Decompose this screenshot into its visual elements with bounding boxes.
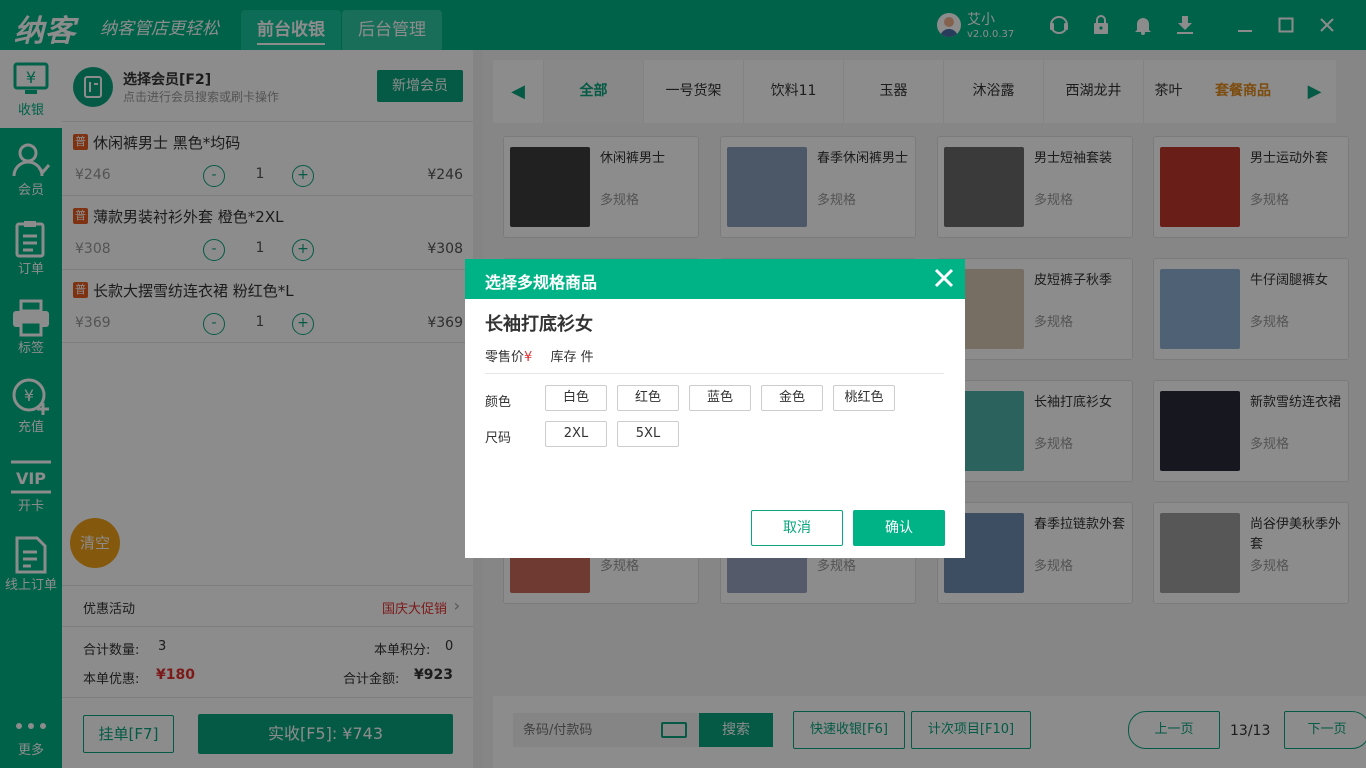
retail-price-value: ¥ [524,350,533,365]
dialog-product-name: 长袖打底衫女 [485,314,593,335]
cancel-button[interactable]: 取消 [751,510,843,546]
color-option[interactable]: 蓝色 [689,385,751,411]
confirm-button[interactable]: 确认 [853,510,945,546]
multi-spec-dialog: 选择多规格商品 长袖打底衫女 零售价¥ 库存 件 颜色 白色 红色 蓝色 金色 … [465,259,965,558]
divider [485,373,944,374]
stock-label: 库存 件 [550,350,594,365]
color-option[interactable]: 红色 [617,385,679,411]
dialog-header: 选择多规格商品 [465,259,965,299]
color-option[interactable]: 桃红色 [833,385,895,411]
close-icon[interactable] [931,265,957,291]
dialog-title: 选择多规格商品 [485,273,598,292]
color-option[interactable]: 金色 [761,385,823,411]
price-stock-row: 零售价¥ 库存 件 [485,346,594,365]
retail-price-label: 零售价 [485,350,525,365]
color-option[interactable]: 白色 [545,385,607,411]
size-option[interactable]: 5XL [617,421,679,447]
size-option[interactable]: 2XL [545,421,607,447]
color-label: 颜色 [485,395,512,410]
size-label: 尺码 [485,431,512,446]
